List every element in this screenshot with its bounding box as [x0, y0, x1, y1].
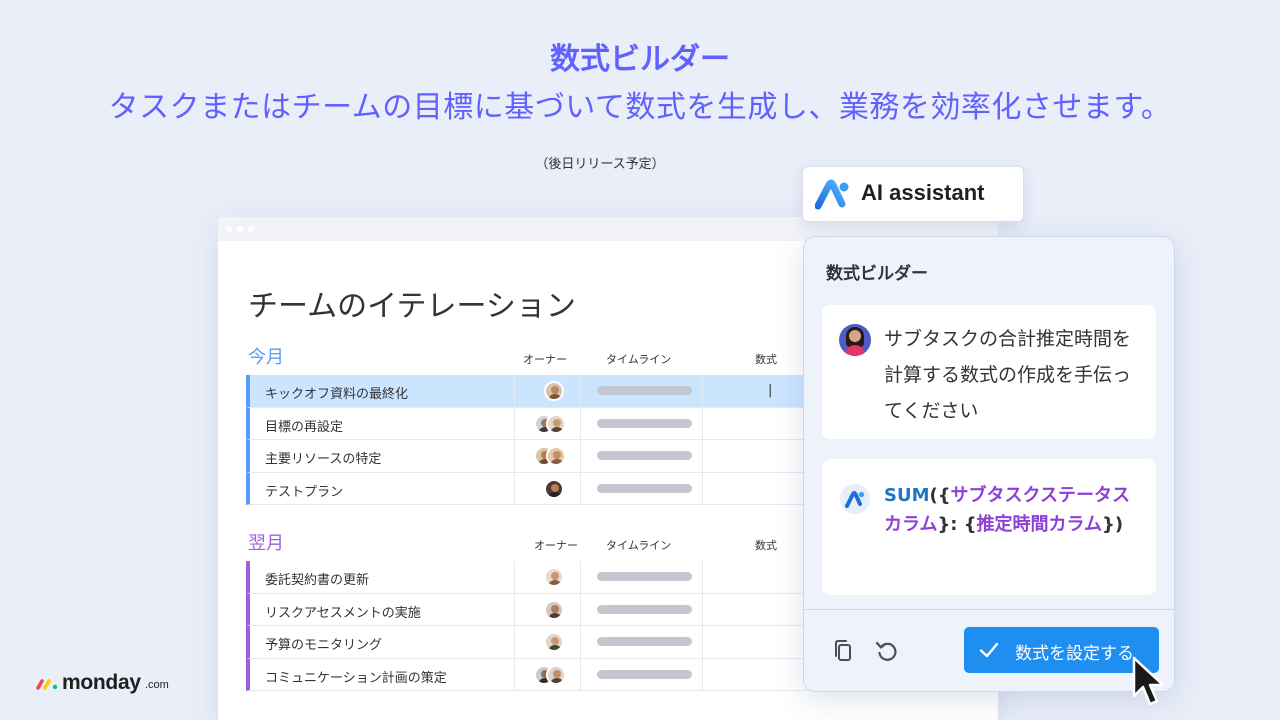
brand-suffix: .com	[145, 679, 169, 691]
ai-response-card: SUM({サブタスクステータスカラム}: {推定時間カラム})	[822, 459, 1156, 595]
avatar	[546, 446, 566, 466]
timeline-bar[interactable]	[597, 669, 692, 679]
formula-builder-panel: 数式ビルダー サブタスクの合計推定時間を計算する数式の作成を手伝ってください S…	[803, 236, 1175, 692]
column-header-timeline[interactable]: タイムライン	[606, 351, 671, 367]
column-header-formula[interactable]: 数式	[755, 351, 777, 367]
timeline-bar[interactable]	[597, 483, 692, 493]
avatar	[544, 567, 564, 587]
group-title[interactable]: 翌月	[248, 529, 284, 555]
item-name[interactable]: リスクアセスメントの実施	[265, 602, 421, 621]
generated-formula[interactable]: SUM({サブタスクステータスカラム}: {推定時間カラム})	[884, 481, 1146, 539]
cell-divider	[702, 375, 703, 407]
timeline-bar[interactable]	[597, 604, 692, 614]
refresh-icon[interactable]	[874, 638, 900, 664]
ai-logo-icon	[840, 484, 870, 514]
panel-footer: 数式を設定する	[804, 609, 1174, 691]
cell-divider	[702, 472, 703, 504]
avatar	[544, 381, 564, 401]
ai-logo-icon	[815, 179, 849, 210]
avatar	[546, 413, 566, 434]
owner-cell[interactable]	[534, 478, 574, 499]
formula-punct: })	[1102, 514, 1124, 535]
owner-cell[interactable]	[534, 413, 574, 434]
item-name[interactable]: 主要リソースの特定	[265, 448, 381, 467]
avatar	[544, 478, 564, 499]
cell-divider	[580, 375, 581, 407]
cell-divider	[580, 472, 581, 504]
column-header-formula[interactable]: 数式	[755, 537, 777, 553]
owner-cell[interactable]	[534, 664, 574, 685]
user-avatar	[839, 324, 871, 356]
cell-divider	[580, 440, 581, 472]
owner-cell[interactable]	[534, 446, 574, 466]
cell-divider	[514, 593, 515, 625]
cell-divider	[514, 407, 515, 439]
formula-column-ref: 推定時間カラム	[976, 514, 1103, 535]
cell-divider	[702, 440, 703, 472]
window-dot	[226, 226, 232, 232]
hero-subtitle: タスクまたはチームの目標に基づいて数式を生成し、業務を効率化させます。	[108, 90, 1172, 125]
user-message: サブタスクの合計推定時間を計算する数式の作成を手伝ってください	[884, 328, 1132, 422]
monday-logo: monday .com	[36, 671, 186, 699]
item-name[interactable]: 目標の再設定	[265, 416, 343, 435]
ai-assistant-label: AI assistant	[861, 180, 985, 205]
item-name[interactable]: 予算のモニタリング	[265, 634, 382, 653]
item-name[interactable]: テストプラン	[265, 481, 343, 500]
formula-function: SUM	[884, 485, 930, 506]
cell-divider	[580, 626, 581, 658]
cell-divider	[514, 561, 515, 593]
cell-divider	[702, 658, 703, 690]
user-message-card: サブタスクの合計推定時間を計算する数式の作成を手伝ってください	[822, 305, 1156, 439]
copy-icon[interactable]	[830, 638, 856, 664]
cell-divider	[514, 472, 515, 504]
owner-cell[interactable]	[534, 632, 574, 652]
cell-divider	[702, 407, 703, 439]
avatar	[544, 632, 564, 652]
owner-cell[interactable]	[534, 567, 574, 587]
owner-cell[interactable]	[534, 381, 574, 401]
item-name[interactable]: コミュニケーション計画の策定	[265, 667, 447, 686]
owner-cell[interactable]	[534, 599, 574, 620]
set-formula-label: 数式を設定する	[1015, 644, 1134, 663]
item-name[interactable]: 委託契約書の更新	[265, 569, 369, 588]
window-dot	[237, 226, 243, 232]
cell-divider	[580, 407, 581, 439]
timeline-bar[interactable]	[597, 637, 692, 646]
group-title[interactable]: 今月	[248, 343, 284, 369]
item-name[interactable]: キックオフ資料の最終化	[265, 383, 408, 402]
avatar	[546, 664, 566, 685]
cell-divider	[580, 561, 581, 593]
cell-divider	[702, 593, 703, 625]
column-header-owner[interactable]: オーナー	[523, 351, 567, 367]
avatar	[544, 599, 564, 620]
mouse-cursor-icon	[1132, 656, 1165, 706]
formula-punct: ({	[929, 485, 951, 506]
cell-divider	[702, 626, 703, 658]
timeline-bar[interactable]	[597, 418, 692, 428]
cell-divider	[514, 440, 515, 472]
cell-divider	[514, 375, 515, 407]
board-title: チームのイテレーション	[248, 289, 576, 324]
cell-divider	[514, 626, 515, 658]
window-dot	[248, 226, 254, 232]
ai-assistant-tag: AI assistant	[802, 166, 1024, 222]
panel-title: 数式ビルダー	[826, 264, 928, 284]
timeline-bar[interactable]	[597, 572, 692, 581]
column-header-owner[interactable]: オーナー	[534, 537, 578, 553]
monday-mark-icon	[36, 679, 58, 690]
column-header-timeline[interactable]: タイムライン	[606, 537, 671, 553]
timeline-bar[interactable]	[597, 386, 692, 395]
formula-punct: }: {	[937, 514, 977, 535]
hero-title: 数式ビルダー	[550, 42, 730, 77]
formula-cell-caret[interactable]: |	[768, 383, 772, 398]
cell-divider	[702, 561, 703, 593]
brand-name: monday	[62, 671, 141, 694]
cell-divider	[514, 658, 515, 690]
cell-divider	[580, 658, 581, 690]
cell-divider	[580, 593, 581, 625]
check-icon	[979, 642, 999, 658]
timeline-bar[interactable]	[597, 451, 692, 460]
